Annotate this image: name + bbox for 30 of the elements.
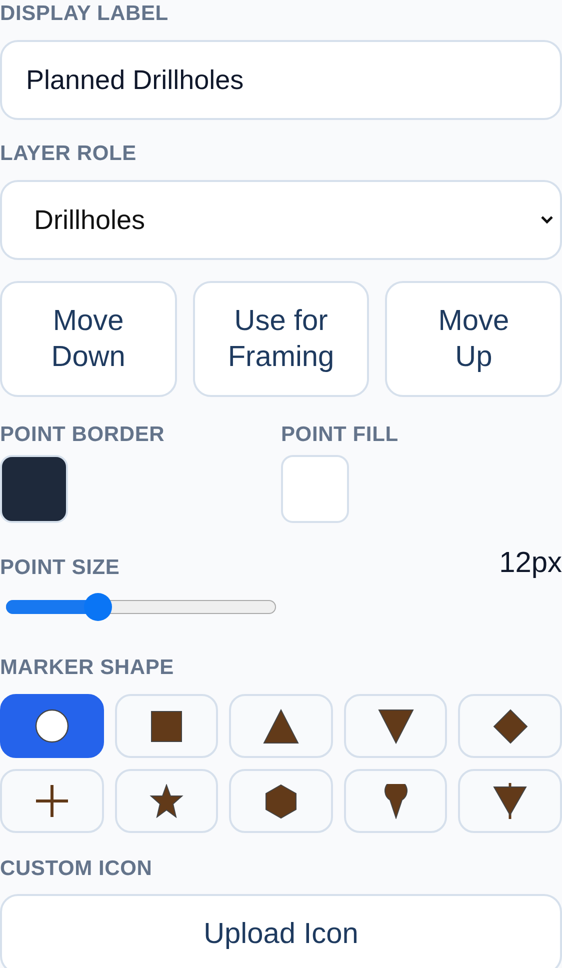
slider-track[interactable] xyxy=(6,593,276,621)
field-label: POINT BORDER xyxy=(0,423,165,447)
field-label: POINT FILL xyxy=(281,423,398,447)
slider-thumb[interactable] xyxy=(84,593,112,621)
field-label: MARKER SHAPE xyxy=(0,656,174,680)
input-field[interactable]: Planned Drillholes xyxy=(0,40,562,120)
diamond-icon xyxy=(492,708,528,744)
hexagon-icon xyxy=(264,784,297,818)
action-button[interactable]: Move Down xyxy=(0,281,177,397)
drill-icon xyxy=(493,783,528,819)
select-dropdown[interactable]: Drillholes xyxy=(0,180,562,260)
field-label: CUSTOM ICON xyxy=(0,857,152,881)
triangle-icon xyxy=(262,708,299,744)
action-button[interactable]: Use for Framing xyxy=(192,281,370,397)
star-icon xyxy=(148,784,184,818)
plus-icon xyxy=(34,784,69,818)
field-label: LAYER ROLE xyxy=(0,142,136,166)
color-swatch[interactable] xyxy=(281,455,349,523)
inverted-triangle-icon xyxy=(378,708,414,744)
color-swatch[interactable] xyxy=(0,455,68,523)
action-button[interactable]: Move Up xyxy=(385,281,562,397)
field-label: POINT SIZE xyxy=(0,556,120,580)
square-icon xyxy=(150,710,182,742)
shape-option[interactable] xyxy=(0,694,104,758)
size-reading: 12px xyxy=(499,547,562,580)
chevron-down-icon xyxy=(540,215,554,225)
field-label: DISPLAY LABEL xyxy=(0,2,168,26)
circle-icon xyxy=(34,709,69,743)
pin-icon xyxy=(384,784,408,818)
upload-button[interactable]: Upload Icon xyxy=(0,894,562,968)
